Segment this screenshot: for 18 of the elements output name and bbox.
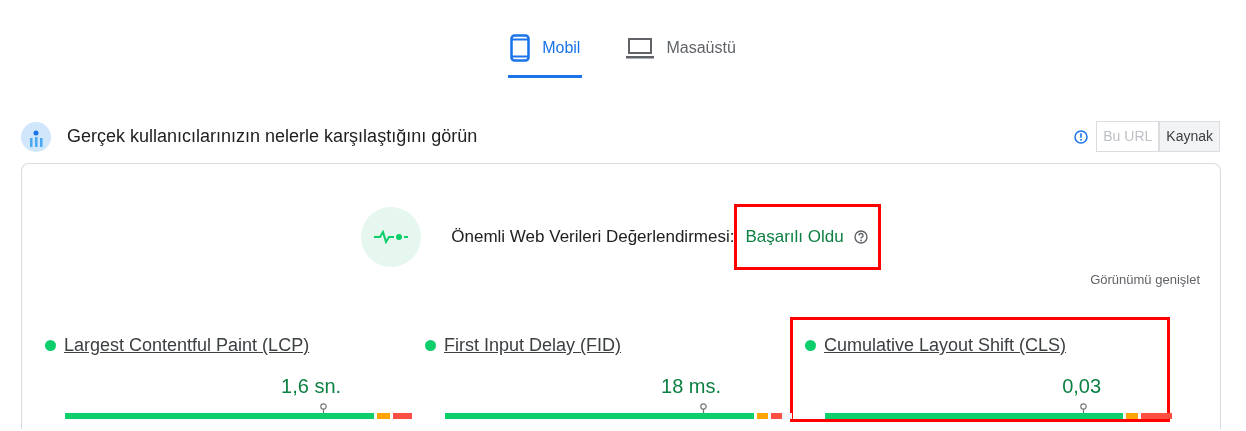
metric-value: 0,03 [1062, 375, 1102, 397]
info-icon [1074, 129, 1089, 144]
toggle-button[interactable]: Kaynak [1159, 121, 1220, 152]
metric-value: 18 ms. [661, 375, 722, 397]
laptop-icon [626, 36, 655, 59]
metric-link[interactable]: First Input Delay (FID) [444, 332, 622, 359]
tab[interactable]: Mobil [508, 30, 583, 78]
phone-icon [510, 33, 531, 62]
metric-link[interactable]: Cumulative Layout Shift (CLS) [824, 332, 1067, 359]
help-icon [853, 229, 868, 244]
assessment-label: Önemli Web Verileri Değerlendirmesi: [451, 226, 735, 248]
assessment-status: Başarılı Oldu [745, 226, 844, 248]
metric-link[interactable]: Largest Contentful Paint (LCP) [64, 332, 310, 359]
tab[interactable]: Masaüstü [624, 30, 738, 78]
metric-value: 1,6 sn. [281, 375, 342, 397]
chart-icon [21, 121, 51, 152]
expand-link[interactable]: Görünümü genişlet [1090, 271, 1200, 287]
section-title: Gerçek kullanıcılarınızın nelerle karşılaştığını görün [67, 125, 478, 148]
